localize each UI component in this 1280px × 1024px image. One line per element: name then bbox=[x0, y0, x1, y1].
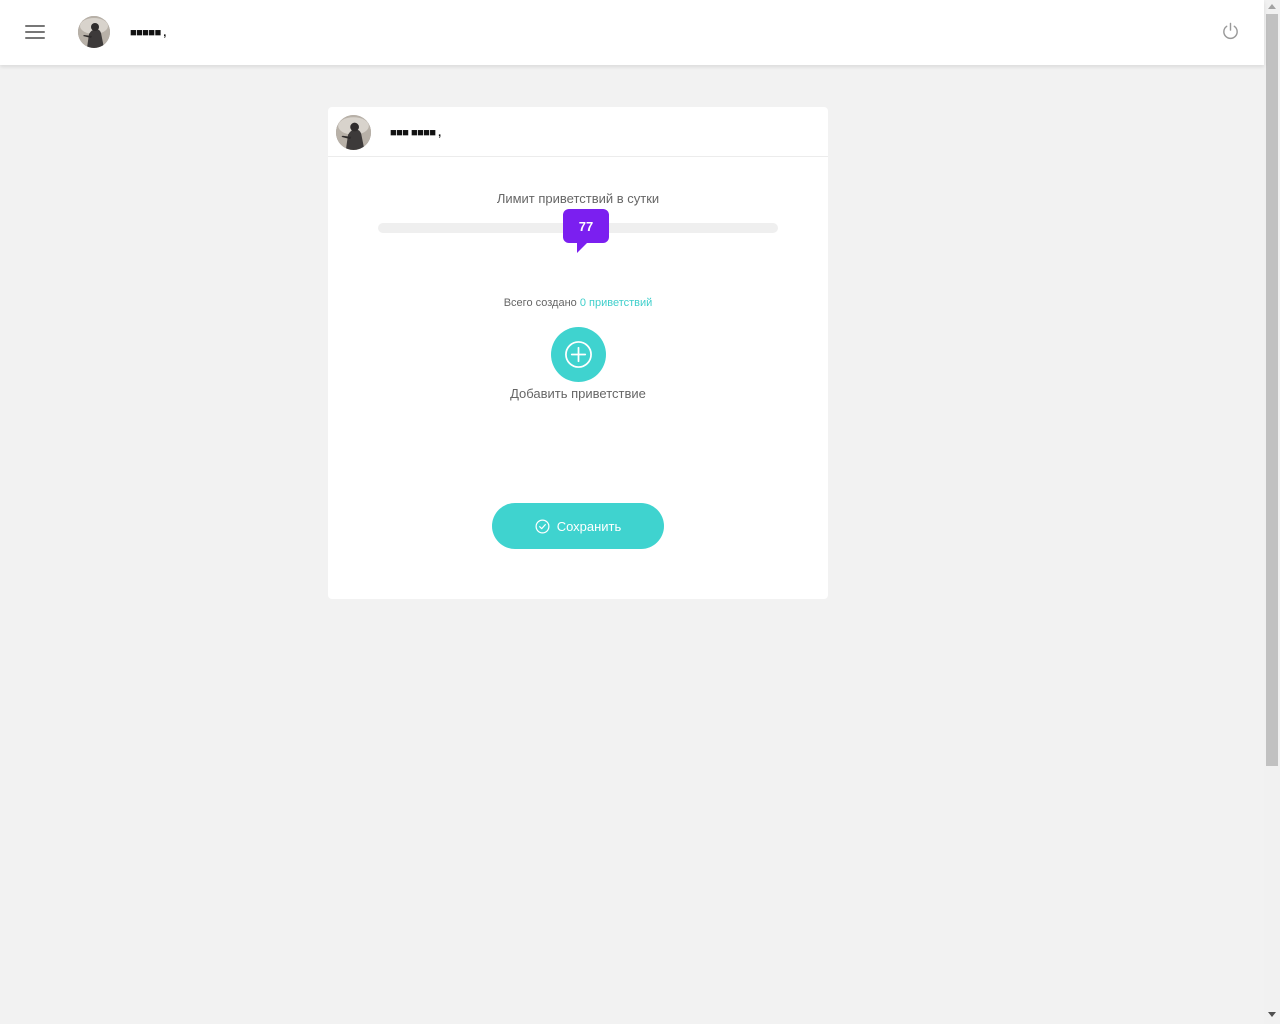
greetings-card: ■■■ ■■■■ , Лимит приветствий в сутки 77 … bbox=[328, 107, 828, 599]
card-username: ■■■ ■■■■ , bbox=[390, 127, 441, 139]
card-avatar bbox=[336, 115, 371, 150]
page-scrollbar[interactable] bbox=[1264, 0, 1280, 1024]
plus-circle-icon bbox=[565, 341, 592, 368]
top-username: ■■■■■ , bbox=[130, 27, 166, 39]
slider-handle[interactable]: 77 bbox=[563, 209, 609, 253]
save-button[interactable]: Сохранить bbox=[492, 503, 664, 549]
total-created-line: Всего создано 0 приветствий bbox=[328, 297, 828, 309]
avatar[interactable] bbox=[78, 16, 110, 48]
slider-value: 77 bbox=[578, 218, 594, 234]
total-prefix: Всего создано bbox=[503, 297, 577, 309]
check-circle-icon bbox=[535, 519, 550, 533]
card-header: ■■■ ■■■■ , bbox=[328, 107, 828, 157]
scroll-thumb[interactable] bbox=[1266, 14, 1278, 766]
scroll-up-arrow-icon[interactable] bbox=[1268, 4, 1276, 9]
add-greeting-button[interactable] bbox=[551, 327, 606, 382]
greetings-count-link[interactable]: 0 приветствий bbox=[580, 297, 652, 309]
save-button-label: Сохранить bbox=[556, 518, 622, 534]
top-bar: ■■■■■ , bbox=[0, 0, 1264, 65]
greeting-limit-slider[interactable]: 77 bbox=[378, 209, 778, 253]
hamburger-menu-icon[interactable] bbox=[25, 24, 45, 40]
limit-label: Лимит приветствий в сутки bbox=[496, 191, 660, 206]
scroll-down-arrow-icon[interactable] bbox=[1268, 1012, 1276, 1017]
add-greeting-label[interactable]: Добавить приветствие bbox=[328, 386, 828, 401]
power-icon[interactable] bbox=[1221, 22, 1240, 41]
